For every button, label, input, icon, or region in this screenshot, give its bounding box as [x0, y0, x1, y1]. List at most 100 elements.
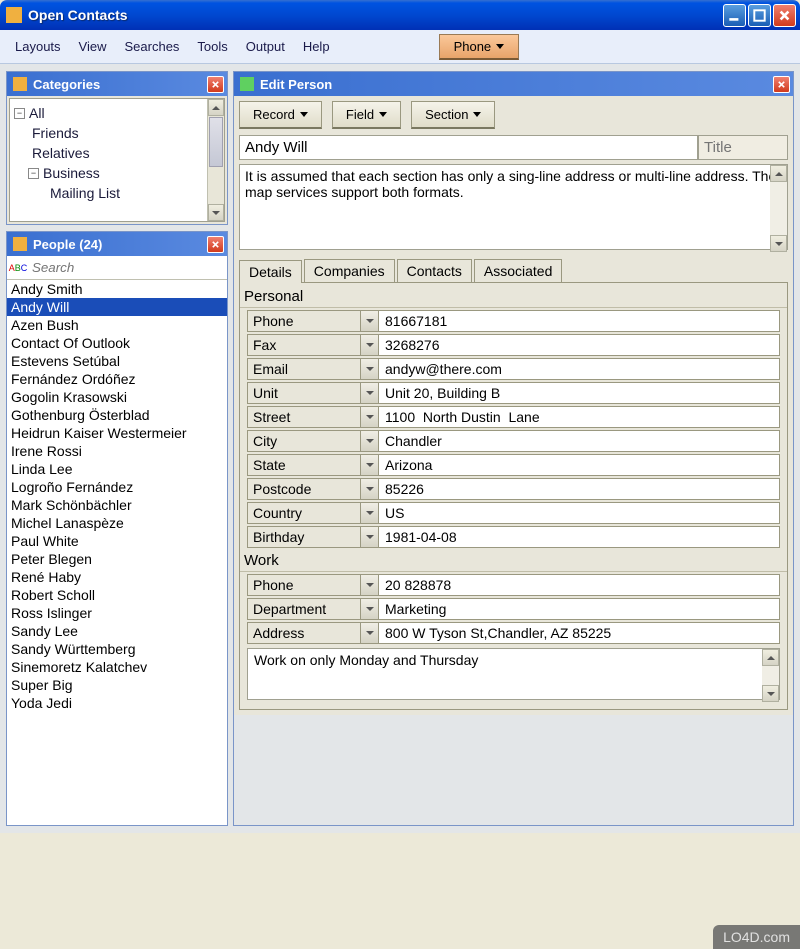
field-value-input[interactable]: [379, 382, 780, 404]
tree-item-business[interactable]: − Business: [14, 163, 224, 183]
people-list-item[interactable]: Heidrun Kaiser Westermeier: [7, 424, 227, 442]
notes-textarea[interactable]: [239, 164, 788, 250]
people-list-item[interactable]: Michel Lanaspèze: [7, 514, 227, 532]
minimize-button[interactable]: [723, 4, 746, 27]
field-value-input[interactable]: [379, 310, 780, 332]
chevron-down-icon[interactable]: [360, 383, 378, 403]
tree-item-all[interactable]: − All: [14, 103, 224, 123]
tree-item-mailing-list[interactable]: Mailing List: [14, 183, 224, 203]
field-value-input[interactable]: [379, 526, 780, 548]
people-list-item[interactable]: Gothenburg Österblad: [7, 406, 227, 424]
field-name-dropdown[interactable]: Address: [247, 622, 379, 644]
field-name-dropdown[interactable]: Unit: [247, 382, 379, 404]
menu-layouts[interactable]: Layouts: [6, 35, 70, 58]
chevron-down-icon[interactable]: [360, 407, 378, 427]
tree-item-relatives[interactable]: Relatives: [14, 143, 224, 163]
chevron-down-icon[interactable]: [360, 479, 378, 499]
people-list-item[interactable]: Sandy Lee: [7, 622, 227, 640]
section-dropdown-button[interactable]: Section: [411, 101, 495, 129]
chevron-down-icon[interactable]: [360, 335, 378, 355]
field-name-dropdown[interactable]: Birthday: [247, 526, 379, 548]
chevron-down-icon[interactable]: [360, 599, 378, 619]
title-input[interactable]: [698, 135, 788, 160]
tab-associated[interactable]: Associated: [474, 259, 562, 282]
tab-companies[interactable]: Companies: [304, 259, 395, 282]
categories-tree[interactable]: − All Friends Relatives − Business: [9, 98, 225, 222]
field-value-input[interactable]: [379, 574, 780, 596]
menu-help[interactable]: Help: [294, 35, 339, 58]
people-list-item[interactable]: Estevens Setúbal: [7, 352, 227, 370]
field-value-input[interactable]: [379, 478, 780, 500]
field-name-dropdown[interactable]: Street: [247, 406, 379, 428]
scroll-thumb[interactable]: [209, 117, 223, 167]
people-list-item[interactable]: Robert Scholl: [7, 586, 227, 604]
field-name-dropdown[interactable]: Phone: [247, 310, 379, 332]
maximize-button[interactable]: [748, 4, 771, 27]
people-list-item[interactable]: Ross Islinger: [7, 604, 227, 622]
chevron-down-icon[interactable]: [360, 431, 378, 451]
people-list-item[interactable]: Irene Rossi: [7, 442, 227, 460]
tab-contacts[interactable]: Contacts: [397, 259, 472, 282]
menu-searches[interactable]: Searches: [116, 35, 189, 58]
people-list-item[interactable]: Contact Of Outlook: [7, 334, 227, 352]
chevron-down-icon[interactable]: [360, 359, 378, 379]
close-button[interactable]: [773, 4, 796, 27]
people-list-item[interactable]: Mark Schönbächler: [7, 496, 227, 514]
field-value-input[interactable]: [379, 430, 780, 452]
people-list-item[interactable]: Gogolin Krasowski: [7, 388, 227, 406]
field-name-dropdown[interactable]: Department: [247, 598, 379, 620]
field-name-dropdown[interactable]: State: [247, 454, 379, 476]
people-list-item[interactable]: Linda Lee: [7, 460, 227, 478]
field-value-input[interactable]: [379, 598, 780, 620]
people-list-item[interactable]: Yoda Jedi: [7, 694, 227, 712]
search-input[interactable]: [29, 260, 227, 275]
people-list-item[interactable]: Sinemoretz Kalatchev: [7, 658, 227, 676]
people-list-item[interactable]: Fernández Ordóñez: [7, 370, 227, 388]
categories-scrollbar[interactable]: [207, 99, 224, 221]
field-value-input[interactable]: [379, 358, 780, 380]
chevron-down-icon[interactable]: [360, 623, 378, 643]
menu-tools[interactable]: Tools: [188, 35, 236, 58]
tree-item-friends[interactable]: Friends: [14, 123, 224, 143]
field-value-input[interactable]: [379, 454, 780, 476]
tab-details[interactable]: Details: [239, 260, 302, 283]
chevron-down-icon[interactable]: [360, 503, 378, 523]
people-list-item[interactable]: Peter Blegen: [7, 550, 227, 568]
people-list-item[interactable]: Sandy Württemberg: [7, 640, 227, 658]
people-list-item[interactable]: Super Big: [7, 676, 227, 694]
field-name-dropdown[interactable]: Phone: [247, 574, 379, 596]
field-dropdown-button[interactable]: Field: [332, 101, 401, 129]
work-notes-scrollbar[interactable]: [762, 649, 779, 702]
people-list-item[interactable]: Azen Bush: [7, 316, 227, 334]
field-name-dropdown[interactable]: Country: [247, 502, 379, 524]
field-value-input[interactable]: [379, 502, 780, 524]
field-name-dropdown[interactable]: Fax: [247, 334, 379, 356]
phone-dropdown-button[interactable]: Phone: [439, 34, 520, 60]
edit-person-close-button[interactable]: [773, 76, 790, 93]
menu-output[interactable]: Output: [237, 35, 294, 58]
people-list-item[interactable]: Andy Smith: [7, 280, 227, 298]
people-list-item[interactable]: Logroño Fernández: [7, 478, 227, 496]
field-name-dropdown[interactable]: City: [247, 430, 379, 452]
record-dropdown-button[interactable]: Record: [239, 101, 322, 129]
chevron-down-icon[interactable]: [360, 311, 378, 331]
name-input[interactable]: [239, 135, 698, 160]
collapse-icon[interactable]: −: [14, 108, 25, 119]
abc-sort-icon[interactable]: ABC: [7, 258, 29, 278]
people-list-item[interactable]: Andy Will: [7, 298, 227, 316]
menu-view[interactable]: View: [70, 35, 116, 58]
chevron-down-icon[interactable]: [360, 575, 378, 595]
collapse-icon[interactable]: −: [28, 168, 39, 179]
categories-close-button[interactable]: [207, 76, 224, 93]
field-name-dropdown[interactable]: Email: [247, 358, 379, 380]
people-close-button[interactable]: [207, 236, 224, 253]
people-list[interactable]: Andy SmithAndy WillAzen BushContact Of O…: [7, 280, 227, 825]
field-value-input[interactable]: [379, 334, 780, 356]
people-list-item[interactable]: René Haby: [7, 568, 227, 586]
field-value-input[interactable]: [379, 406, 780, 428]
chevron-down-icon[interactable]: [360, 455, 378, 475]
field-value-input[interactable]: [379, 622, 780, 644]
chevron-down-icon[interactable]: [360, 527, 378, 547]
field-name-dropdown[interactable]: Postcode: [247, 478, 379, 500]
notes-scrollbar[interactable]: [770, 165, 787, 252]
